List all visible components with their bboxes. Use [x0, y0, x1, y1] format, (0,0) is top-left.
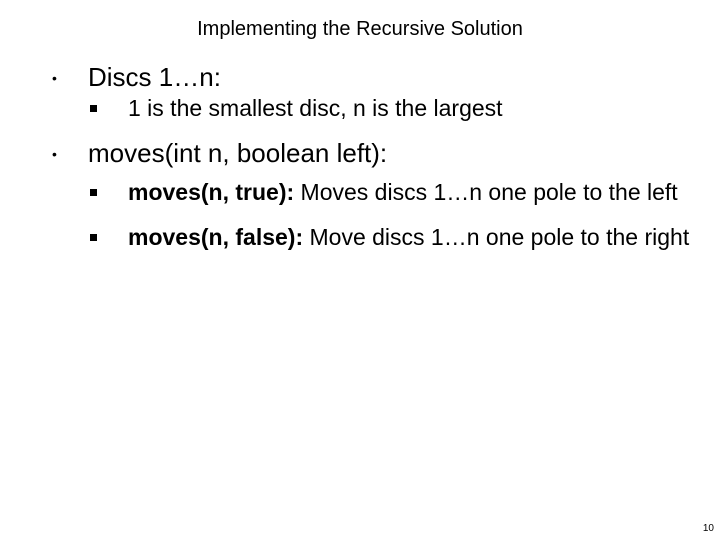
page-number: 10	[703, 523, 714, 534]
slide-content: • Discs 1…n: 1 is the smallest disc, n i…	[28, 63, 692, 250]
bullet-text: moves(n, true): Moves discs 1…n one pole…	[128, 179, 678, 205]
bullet-square-icon	[88, 179, 128, 196]
bullet-text: 1 is the smallest disc, n is the largest	[128, 95, 503, 121]
bullet-dot-icon: •	[48, 139, 88, 169]
bullet-square-icon	[88, 95, 128, 112]
bullet-dot-icon: •	[48, 63, 88, 93]
bullet-level1: • Discs 1…n:	[48, 63, 692, 93]
bullet-level2: moves(n, true): Moves discs 1…n one pole…	[48, 179, 692, 205]
bullet-text: moves(n, false): Move discs 1…n one pole…	[128, 224, 689, 250]
text-rest: Moves discs 1…n one pole to the left	[294, 179, 678, 205]
bold-prefix: moves(n, false):	[128, 224, 303, 250]
bullet-level1: • moves(int n, boolean left):	[48, 139, 692, 169]
bullet-square-icon	[88, 224, 128, 241]
bullet-text: Discs 1…n:	[88, 63, 221, 93]
bullet-level2: moves(n, false): Move discs 1…n one pole…	[48, 224, 692, 250]
bullet-level2: 1 is the smallest disc, n is the largest	[48, 95, 692, 121]
bullet-text: moves(int n, boolean left):	[88, 139, 387, 169]
text-rest: Move discs 1…n one pole to the right	[303, 224, 689, 250]
slide-title: Implementing the Recursive Solution	[28, 18, 692, 41]
bold-prefix: moves(n, true):	[128, 179, 294, 205]
slide: Implementing the Recursive Solution • Di…	[0, 0, 720, 540]
